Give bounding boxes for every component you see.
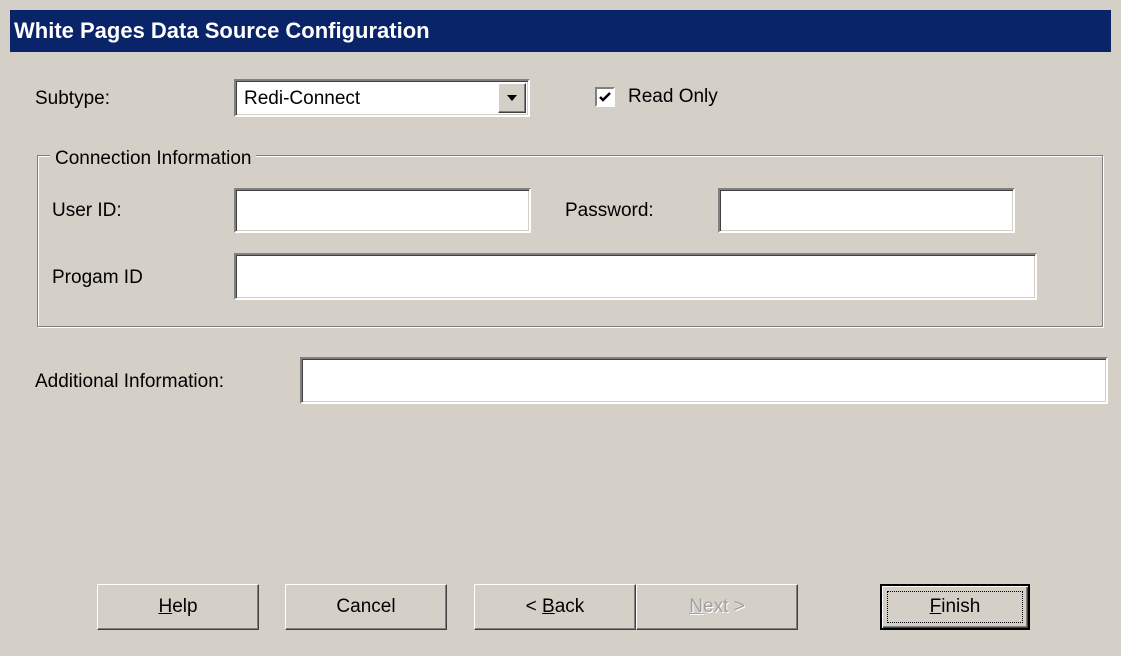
back-button[interactable]: < Back	[474, 584, 636, 630]
user-id-label: User ID:	[52, 200, 122, 221]
checkmark-icon	[599, 92, 611, 102]
finish-mnemonic: F	[929, 596, 942, 617]
help-label-rest: elp	[172, 596, 198, 617]
connection-information-title: Connection Information	[50, 147, 257, 171]
back-label-rest: ack	[554, 596, 585, 617]
read-only-checkbox[interactable]	[595, 87, 615, 107]
password-input[interactable]	[718, 188, 1015, 233]
cancel-label: Cancel	[336, 596, 396, 617]
user-id-input[interactable]	[234, 188, 531, 233]
next-mnemonic: N	[689, 596, 703, 617]
subtype-label: Subtype:	[35, 88, 110, 109]
password-label: Password:	[565, 200, 654, 221]
subtype-dropdown[interactable]: Redi-Connect	[234, 79, 530, 117]
finish-button[interactable]: Finish	[880, 584, 1030, 630]
cancel-button[interactable]: Cancel	[285, 584, 447, 630]
additional-information-input[interactable]	[300, 357, 1108, 404]
help-mnemonic: H	[158, 596, 173, 617]
dialog-title-bar: White Pages Data Source Configuration	[10, 10, 1111, 52]
finish-label-rest: inish	[941, 596, 981, 617]
next-label-rest: ext >	[703, 596, 745, 617]
back-mnemonic: B	[542, 596, 555, 617]
finish-focus-rect: Finish	[887, 591, 1023, 623]
back-prefix: <	[525, 596, 543, 617]
additional-information-label: Additional Information:	[35, 371, 225, 392]
next-button: Next >	[636, 584, 798, 630]
help-button[interactable]: Help	[97, 584, 259, 630]
subtype-dropdown-button[interactable]	[498, 83, 526, 113]
program-id-input[interactable]	[234, 253, 1037, 300]
program-id-label: Progam ID	[52, 267, 143, 288]
dialog-title: White Pages Data Source Configuration	[14, 18, 430, 43]
chevron-down-icon	[507, 95, 517, 101]
connection-information-group	[37, 155, 1103, 327]
subtype-value: Redi-Connect	[244, 88, 361, 109]
read-only-label[interactable]: Read Only	[628, 85, 718, 109]
